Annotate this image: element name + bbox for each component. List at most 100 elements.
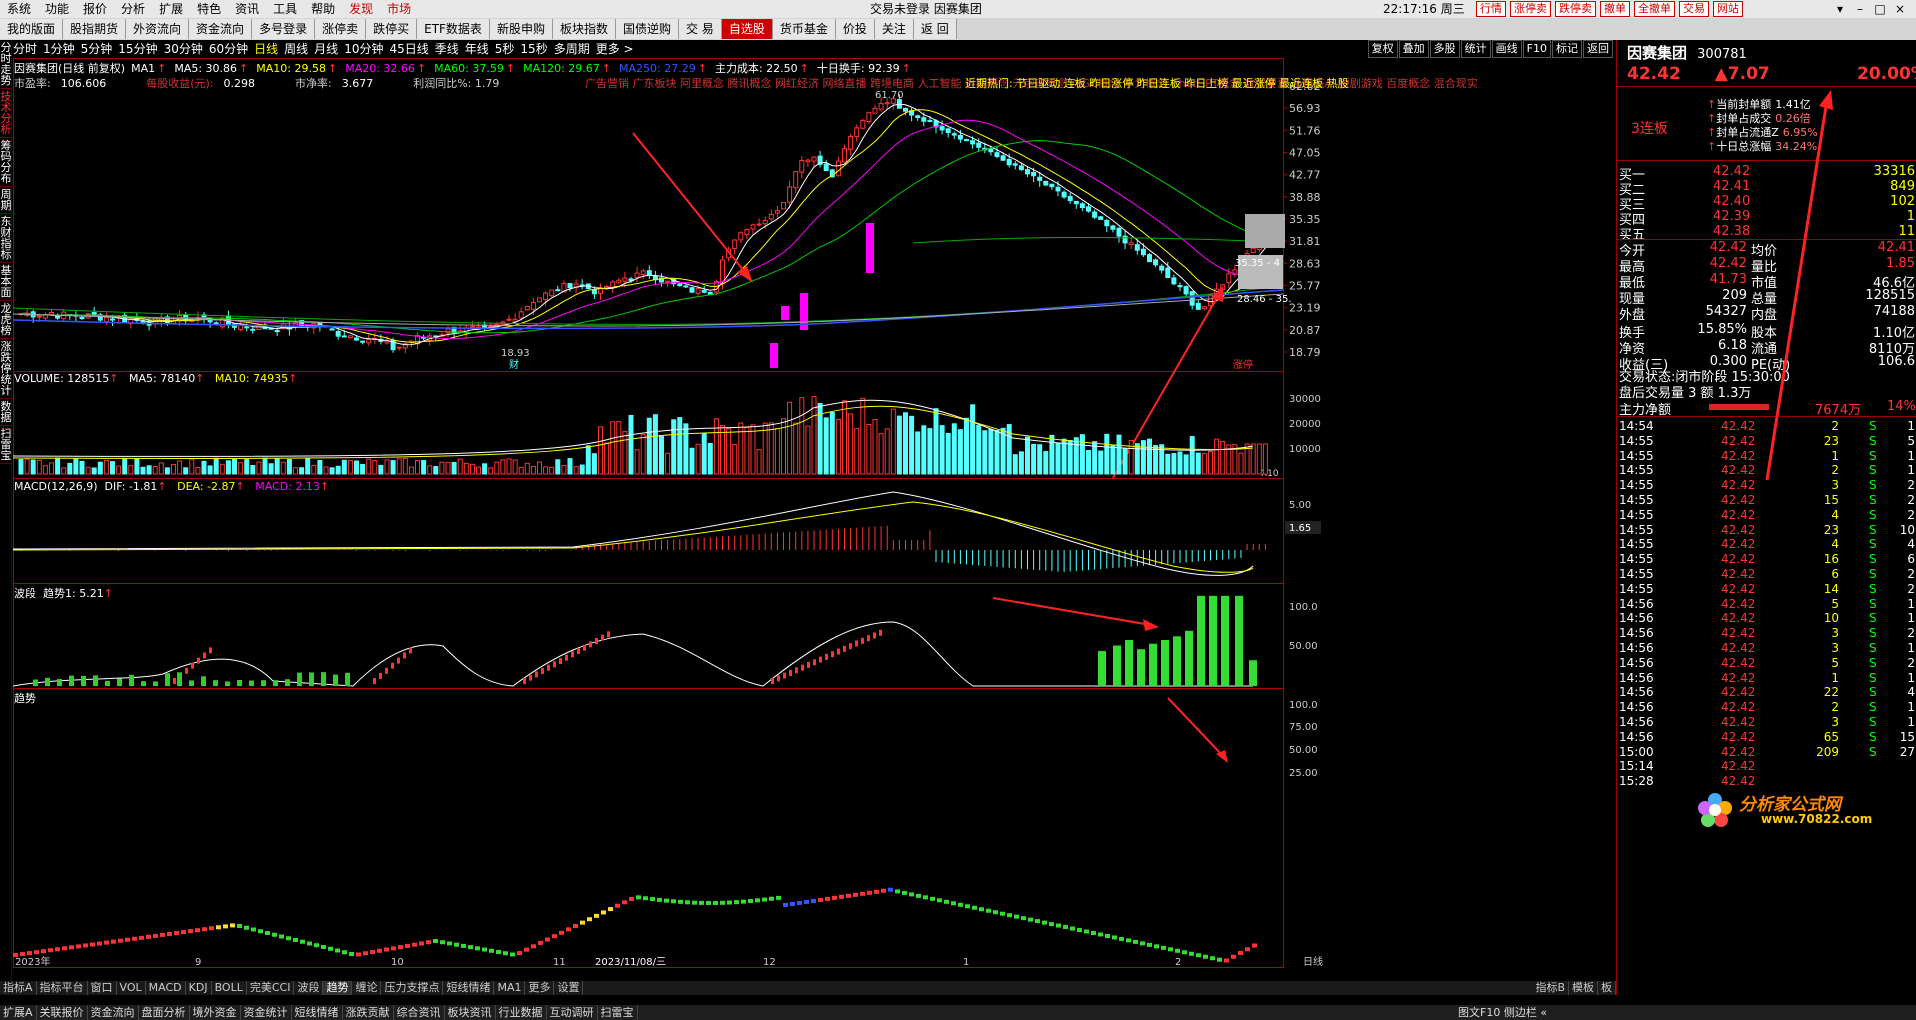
indicator-tab[interactable]: 压力支撑点 (381, 981, 444, 995)
indicator-tab[interactable]: 更多 (525, 981, 555, 995)
dropdown-icon[interactable]: ▾ (1830, 0, 1850, 18)
vertical-tab[interactable]: 技术分析 (0, 89, 12, 138)
menu-item[interactable]: 工具 (266, 0, 304, 18)
period-option[interactable]: 15秒 (520, 40, 547, 58)
top-button[interactable]: 跌停卖 (1555, 1, 1596, 17)
toolbar-button[interactable]: 关注 (874, 19, 914, 39)
indicator-tab[interactable]: 指标B (1532, 981, 1569, 995)
period-option[interactable]: 15分钟 (118, 40, 157, 58)
menu-item[interactable]: 帮助 (304, 0, 342, 18)
toolbar-button[interactable]: 跌停买 (366, 19, 418, 39)
vertical-tab[interactable]: 分时走势 (0, 40, 12, 89)
status-tab[interactable]: 境外资金 (190, 1005, 241, 1020)
status-tab[interactable]: 扫雷宝 (598, 1005, 638, 1020)
toolbar-button[interactable]: 货币基金 (772, 19, 836, 39)
indicator-tab[interactable]: MACD (146, 981, 186, 995)
status-tab[interactable]: 板块资讯 (445, 1005, 496, 1020)
indicator-tab[interactable]: 短线情绪 (443, 981, 495, 995)
status-tab[interactable]: 涨跌贡献 (343, 1005, 394, 1020)
status-tab[interactable]: 扩展A (0, 1005, 37, 1020)
chart-tool-button[interactable]: 标记 (1552, 40, 1582, 58)
vertical-tab[interactable]: 筹码分布 (0, 138, 12, 187)
period-option[interactable]: 年线 (465, 40, 489, 58)
period-option[interactable]: 季线 (435, 40, 459, 58)
chart-tool-button[interactable]: F10 (1522, 40, 1551, 58)
toolbar-button[interactable]: 新股申购 (489, 19, 553, 39)
menu-item[interactable]: 报价 (76, 0, 114, 18)
toolbar-button[interactable]: 涨停卖 (315, 19, 367, 39)
vertical-tab[interactable]: 龙虎榜 (0, 301, 12, 339)
period-option[interactable]: 更多 > (596, 40, 634, 58)
chart-tool-button[interactable]: 统计 (1460, 40, 1491, 58)
vertical-tab[interactable]: 扫雷宝 (0, 426, 12, 464)
top-button[interactable]: 全撤单 (1634, 1, 1675, 17)
indicator-tab[interactable]: 指标平台 (37, 981, 88, 995)
status-tab[interactable]: 关联报价 (37, 1005, 88, 1020)
indicator-tab[interactable]: 波段 (294, 981, 324, 995)
menu-item[interactable]: 发现 (342, 0, 380, 18)
indicator-tab[interactable]: 指标A (0, 981, 37, 995)
vertical-tab[interactable]: 数据 (0, 399, 12, 426)
period-option[interactable]: 1分钟 (43, 40, 75, 58)
indicator-tab[interactable]: 模板 (1569, 981, 1598, 995)
status-tab[interactable]: 资金统计 (241, 1005, 292, 1020)
indicator-tab[interactable]: 窗口 (88, 981, 117, 995)
toolbar-button[interactable]: 交 易 (678, 19, 722, 39)
period-option[interactable]: 多周期 (554, 40, 590, 58)
top-button[interactable]: 撤单 (1600, 1, 1630, 17)
chart-tool-button[interactable]: 返回 (1583, 40, 1613, 58)
menu-item[interactable]: 系统 (0, 0, 38, 18)
menu-item[interactable]: 功能 (38, 0, 76, 18)
toolbar-button[interactable]: 板块指数 (552, 19, 616, 39)
toolbar-button[interactable]: 我的版面 (0, 19, 64, 39)
vertical-tab[interactable]: 周期 (0, 187, 12, 214)
period-option[interactable]: 45日线 (389, 40, 428, 58)
toolbar-button[interactable]: 外资流向 (126, 19, 190, 39)
top-button[interactable]: 涨停卖 (1510, 1, 1551, 17)
indicator-tab[interactable]: 趋势 (323, 981, 353, 995)
period-option[interactable]: 分时 (13, 40, 37, 58)
menu-item[interactable]: 资讯 (228, 0, 266, 18)
indicator-tab[interactable]: VOL (117, 981, 146, 995)
sidebar-toggle[interactable]: 图文F10 侧边栏 « (1458, 1005, 1547, 1020)
top-button[interactable]: 网站 (1713, 1, 1743, 17)
vertical-tab[interactable]: 基本面 (0, 263, 12, 301)
menu-item[interactable]: 扩展 (152, 0, 190, 18)
status-tab[interactable]: 盘面分析 (139, 1005, 190, 1020)
indicator-tab[interactable]: BOLL (212, 981, 247, 995)
period-option[interactable]: 10分钟 (344, 40, 383, 58)
indicator-tab[interactable]: 设置 (554, 981, 584, 995)
toolbar-button[interactable]: 股指期货 (63, 19, 127, 39)
menu-item[interactable]: 市场 (380, 0, 418, 18)
status-tab[interactable]: 互动调研 (547, 1005, 598, 1020)
maximize-icon[interactable]: □ (1870, 0, 1890, 18)
vertical-tab[interactable]: 东财指标 (0, 214, 12, 263)
period-option[interactable]: 60分钟 (209, 40, 248, 58)
toolbar-button[interactable]: 多号登录 (252, 19, 316, 39)
minimize-icon[interactable]: – (1850, 0, 1870, 18)
status-tab[interactable]: 综合资讯 (394, 1005, 445, 1020)
chart-tool-button[interactable]: 复权 (1367, 40, 1398, 58)
period-option[interactable]: 日线 (254, 40, 278, 58)
toolbar-button[interactable]: 资金流向 (189, 19, 253, 39)
toolbar-button[interactable]: 自选股 (721, 19, 773, 39)
period-option[interactable]: 5秒 (495, 40, 515, 58)
toolbar-button[interactable]: 国债逆购 (615, 19, 679, 39)
menu-item[interactable]: 特色 (190, 0, 228, 18)
status-tab[interactable]: 行业数据 (496, 1005, 547, 1020)
kline-chart-area[interactable]: 62.6256.9351.7647.0542.7738.8835.3531.81… (13, 58, 1615, 981)
chart-tool-button[interactable]: 画线 (1491, 40, 1522, 58)
period-option[interactable]: 月线 (314, 40, 338, 58)
indicator-tab[interactable]: MA1 (494, 981, 526, 995)
chart-tool-button[interactable]: 叠加 (1398, 40, 1429, 58)
vertical-tab[interactable]: 涨跌停统计 (0, 339, 12, 399)
indicator-tab[interactable]: KDJ (186, 981, 212, 995)
toolbar-button[interactable]: 返 回 (913, 19, 957, 39)
period-option[interactable]: 30分钟 (164, 40, 203, 58)
period-option[interactable]: 周线 (284, 40, 308, 58)
indicator-tab[interactable]: 缠论 (352, 981, 382, 995)
menu-item[interactable]: 分析 (114, 0, 152, 18)
indicator-tab[interactable]: 板 (1598, 981, 1616, 995)
toolbar-button[interactable]: ETF数据表 (417, 19, 490, 39)
status-tab[interactable]: 资金流向 (88, 1005, 139, 1020)
